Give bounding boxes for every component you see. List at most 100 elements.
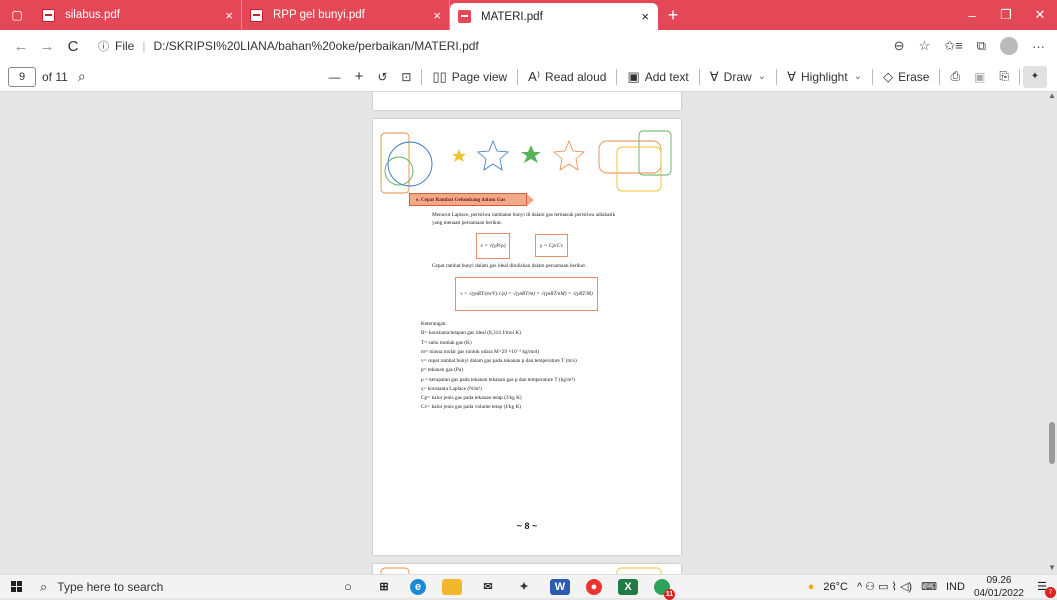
notification-count: 7	[1045, 587, 1056, 598]
tab-close-button[interactable]: ×	[225, 8, 233, 23]
tray-icons[interactable]: ^ ⚇ ▭ ⌇ ◁)	[857, 580, 912, 593]
taskbar: ⌕ Type here to search ○ ⊞ e ✉ ✦ W ● X 11…	[0, 574, 1057, 600]
draw-button[interactable]: ∀ Draw ⌄	[703, 69, 773, 85]
save-icon[interactable]: ▣	[967, 70, 992, 84]
task-view-icon[interactable]: ⊞	[374, 579, 394, 595]
save-as-icon[interactable]: ⎘	[992, 69, 1016, 84]
divider	[517, 68, 519, 85]
language-indicator[interactable]: IND	[946, 581, 965, 593]
taskbar-search[interactable]: ⌕ Type here to search	[40, 579, 310, 595]
back-button[interactable]: ←	[8, 38, 34, 55]
file-explorer-icon[interactable]	[442, 578, 462, 595]
app-icon[interactable]: 11	[654, 578, 675, 600]
pin-icon: ✦	[1030, 71, 1040, 82]
excel-icon[interactable]: X	[618, 578, 638, 595]
pin-toolbar-button[interactable]: ✦	[1023, 65, 1047, 88]
favorite-icon[interactable]: ☆	[919, 38, 931, 54]
read-aloud-button[interactable]: A⁾ Read aloud	[521, 69, 613, 85]
page-view-icon: ▯▯	[432, 68, 447, 84]
url-field[interactable]: ⓘ File | D:/SKRIPSI%20LIANA/bahan%20oke/…	[98, 38, 894, 54]
url-divider: |	[142, 39, 146, 53]
scroll-down-button[interactable]: ▼	[1048, 563, 1056, 572]
formula-gas-box: v = √(γnRT/(m/V)·1/ρ) = √(γnRT/m) = √(γn…	[455, 277, 598, 311]
tab-materi[interactable]: MATERI.pdf ×	[450, 3, 658, 30]
search-icon[interactable]: ⌕	[78, 68, 86, 85]
chrome-icon[interactable]: ●	[586, 578, 602, 595]
notification-center-icon[interactable]: ☰ 7	[1033, 580, 1056, 598]
zoom-out-button[interactable]: —	[322, 70, 348, 84]
edge-icon[interactable]: e	[410, 578, 426, 595]
pdf-page: e. Cepat Rambat Gelombang dalam Gas Menu…	[373, 119, 681, 555]
section-title: e. Cepat Rambat Gelombang dalam Gas	[409, 193, 534, 206]
keterangan-item: v= cepat rambat bunyi dalam gas pada tek…	[421, 358, 577, 365]
tab-title: MATERI.pdf	[481, 10, 543, 23]
mail-icon[interactable]: ✉	[478, 579, 498, 595]
search-placeholder: Type here to search	[57, 579, 164, 594]
forward-button[interactable]: →	[34, 38, 60, 55]
weather-temp[interactable]: 26°C	[823, 581, 848, 593]
zoom-icon[interactable]: ⊖	[894, 38, 905, 54]
new-tab-button[interactable]: +	[658, 0, 688, 30]
tab-actions-button[interactable]: ▢	[0, 0, 34, 30]
page-number-input[interactable]: 9	[8, 66, 36, 87]
chevron-down-icon[interactable]: ⌄	[758, 71, 766, 82]
refresh-button[interactable]: C	[60, 38, 86, 55]
info-icon[interactable]: ⓘ	[98, 38, 109, 54]
close-window-button[interactable]: ✕	[1023, 0, 1057, 30]
print-icon[interactable]: ⎙	[943, 69, 967, 84]
minimize-button[interactable]: –	[955, 0, 989, 30]
keterangan-item: p= tekanan gas (Pa)	[421, 367, 463, 374]
pdf-icon	[250, 8, 263, 22]
start-button[interactable]	[0, 581, 32, 592]
keterangan-item: ρ = kerapatan gas pada tekanan tekanan g…	[421, 376, 575, 383]
eraser-icon: ◇	[883, 68, 894, 84]
keterangan-item: Cv= kalor jenis gas pada volume tetap (J…	[421, 404, 522, 411]
cortana-icon[interactable]: ○	[338, 579, 358, 595]
weather-icon[interactable]: ●	[808, 581, 815, 593]
divider	[872, 68, 874, 85]
caption-text: Cepat rambat bunyi dalam gas ideal ditul…	[432, 263, 587, 269]
divider	[1019, 68, 1020, 85]
highlight-button[interactable]: ∀ Highlight ⌄	[780, 69, 869, 85]
word-icon[interactable]: W	[550, 578, 570, 595]
fit-page-icon[interactable]: ⊡	[394, 70, 418, 84]
pdf-toolbar: 9 of 11 ⌕ — + ↺ ⊡ ▯▯ Page view A⁾ Read alo…	[0, 62, 1057, 92]
keterangan-item: γ= konstanta Laplace (N/m²)	[421, 385, 482, 392]
avatar[interactable]	[1000, 37, 1018, 55]
add-text-label: Add text	[644, 69, 689, 84]
scrollbar-thumb[interactable]	[1049, 422, 1055, 464]
divider	[698, 68, 700, 85]
dropbox-icon[interactable]: ✦	[514, 579, 534, 595]
formula-gamma-box: γ = Cp/Cv	[535, 234, 568, 257]
pdf-icon	[42, 8, 55, 22]
clock[interactable]: 09.26 04/01/2022	[974, 574, 1024, 600]
zoom-in-button[interactable]: +	[348, 68, 371, 85]
restore-button[interactable]: ❐	[989, 0, 1023, 30]
keterangan-list: Keterangan: R= konstanta/tetapan gas ide…	[421, 320, 577, 413]
tab-bar: ▢ silabus.pdf × RPP gel bunyi.pdf × MATE…	[0, 0, 1057, 30]
chevron-down-icon[interactable]: ⌄	[854, 71, 862, 82]
tab-silabus[interactable]: silabus.pdf ×	[34, 0, 242, 30]
pdf-icon	[458, 10, 471, 23]
clock-time: 09.26	[986, 574, 1012, 586]
divider	[939, 68, 941, 85]
url-text[interactable]: D:/SKRIPSI%20LIANA/bahan%20oke/perbaikan…	[153, 39, 478, 53]
more-menu-icon[interactable]: ···	[1032, 39, 1045, 54]
pdf-viewer[interactable]: e. Cepat Rambat Gelombang dalam Gas Menu…	[0, 92, 1057, 574]
tab-close-button[interactable]: ×	[433, 8, 441, 23]
tab-close-button[interactable]: ×	[641, 9, 649, 24]
favorites-list-icon[interactable]: ✩≡	[944, 38, 962, 54]
add-text-button[interactable]: ▣ Add text	[620, 69, 695, 85]
formula-speed-box: v = √(γP/ρ)	[476, 233, 510, 259]
keterangan-item: m= massa molar gas (untuk udara M=29 ×10…	[421, 348, 540, 355]
tab-rpp[interactable]: RPP gel bunyi.pdf ×	[242, 0, 450, 30]
page-view-button[interactable]: ▯▯ Page view	[425, 69, 514, 85]
draw-icon: ∀	[709, 68, 719, 84]
highlight-icon: ∀	[787, 68, 796, 84]
collections-icon[interactable]: ⧉	[977, 38, 986, 54]
page-view-label: Page view	[451, 69, 508, 84]
erase-button[interactable]: ◇ Erase	[876, 69, 936, 85]
rotate-icon[interactable]: ↺	[370, 70, 394, 84]
keyboard-icon[interactable]: ⌨	[921, 580, 937, 593]
scroll-up-button[interactable]: ▲	[1048, 92, 1056, 100]
